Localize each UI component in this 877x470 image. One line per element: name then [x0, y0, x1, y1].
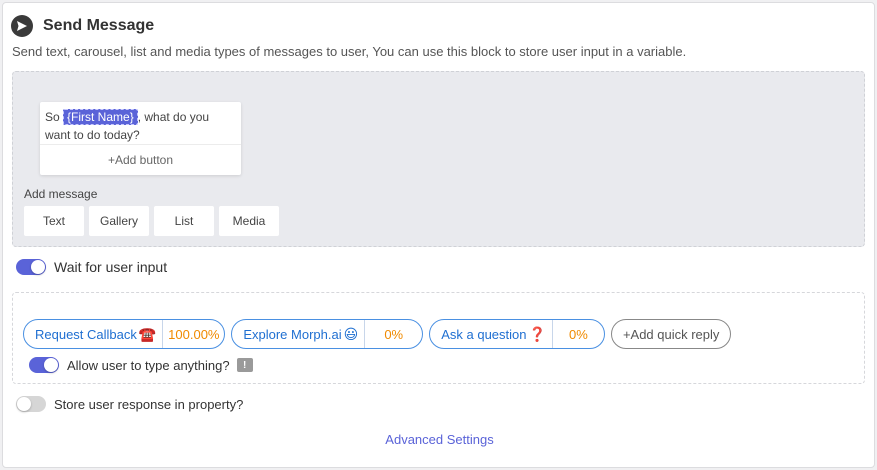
- allow-typing-toggle[interactable]: [29, 357, 59, 373]
- quick-reply-request-callback[interactable]: Request Callback ☎️ 100.00%: [23, 319, 226, 349]
- gallery-type-button[interactable]: Gallery: [89, 206, 149, 236]
- quick-reply-percent: 100.00%: [162, 320, 224, 348]
- send-message-block: Send Message Send text, carousel, list a…: [2, 2, 875, 468]
- media-type-button[interactable]: Media: [219, 206, 279, 236]
- quick-reply-label: Ask a question ❓: [430, 320, 552, 348]
- smiley-icon: 😃: [343, 325, 359, 342]
- advanced-settings-label[interactable]: Advanced Settings: [385, 432, 493, 447]
- quick-reply-list: Request Callback ☎️ 100.00% Explore Morph…: [23, 319, 732, 349]
- toggle-knob: [17, 397, 31, 411]
- comment-exclamation-icon[interactable]: !: [236, 358, 253, 372]
- message-editor-area: So {First Name}, what do you want to do …: [12, 71, 865, 247]
- store-response-label: Store user response in property?: [54, 396, 244, 412]
- allow-typing-label: Allow user to type anything?: [67, 357, 230, 373]
- advanced-settings-link[interactable]: Advanced Settings: [3, 432, 876, 447]
- block-title: Send Message: [43, 17, 155, 34]
- store-response-row: Store user response in property?: [16, 396, 243, 412]
- add-quick-reply-button[interactable]: +Add quick reply: [610, 319, 732, 349]
- paper-plane-icon: [11, 15, 33, 37]
- wait-for-input-label: Wait for user input: [54, 259, 168, 275]
- quick-reply-label: Request Callback ☎️: [24, 320, 162, 348]
- quick-reply-text: Explore Morph.ai: [243, 326, 342, 342]
- wait-for-input-row: Wait for user input: [16, 259, 167, 275]
- telephone-icon: ☎️: [138, 325, 157, 342]
- question-mark-icon: ❓: [528, 325, 546, 342]
- first-name-variable-tag[interactable]: {First Name}: [63, 109, 138, 125]
- quick-reply-text: Request Callback: [35, 326, 137, 342]
- text-type-button[interactable]: Text: [24, 206, 84, 236]
- quick-replies-area: Request Callback ☎️ 100.00% Explore Morph…: [12, 292, 865, 384]
- toggle-knob: [31, 260, 45, 274]
- allow-typing-row: Allow user to type anything? !: [29, 357, 253, 373]
- message-text[interactable]: So {First Name}, what do you want to do …: [40, 102, 241, 144]
- add-button[interactable]: +Add button: [40, 144, 241, 175]
- quick-reply-text: Ask a question: [441, 326, 527, 342]
- block-description: Send text, carousel, list and media type…: [12, 44, 687, 59]
- list-type-button[interactable]: List: [154, 206, 214, 236]
- block-header: Send Message: [11, 14, 154, 38]
- wait-for-input-toggle[interactable]: [16, 259, 46, 275]
- quick-reply-label: Explore Morph.ai 😃: [232, 320, 364, 348]
- quick-reply-ask-question[interactable]: Ask a question ❓ 0%: [429, 319, 605, 349]
- message-type-buttons: Text Gallery List Media: [24, 206, 279, 236]
- toggle-knob: [44, 358, 58, 372]
- quick-reply-explore-morph[interactable]: Explore Morph.ai 😃 0%: [231, 319, 424, 349]
- add-message-label: Add message: [24, 187, 98, 201]
- quick-reply-percent: 0%: [551, 320, 604, 348]
- message-card[interactable]: So {First Name}, what do you want to do …: [40, 102, 241, 175]
- message-text-before: So: [45, 110, 64, 124]
- store-response-toggle[interactable]: [16, 396, 46, 412]
- quick-reply-percent: 0%: [364, 320, 422, 348]
